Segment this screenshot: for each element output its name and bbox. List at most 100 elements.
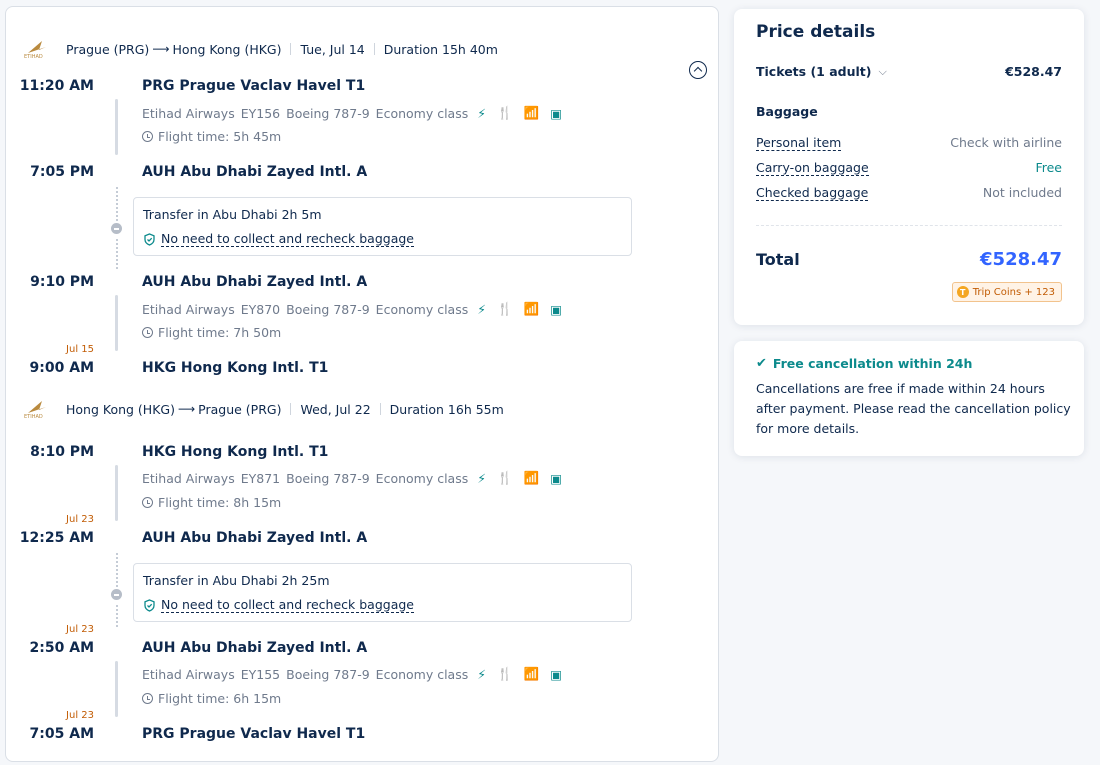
transfer-box: Transfer in Abu Dhabi 2h 25m No need to …: [133, 563, 632, 622]
airline-name: Etihad Airways: [142, 105, 235, 121]
route-arrow-icon: ⟶: [177, 402, 196, 416]
flight-number: EY155: [240, 666, 281, 682]
collapse-chevron-up-icon[interactable]: [689, 61, 707, 79]
departure-airport: AUH Abu Dhabi Zayed Intl. A: [142, 640, 368, 656]
arrival-time: 9:00 AM: [29, 360, 94, 376]
divider: [290, 403, 292, 415]
arrival-airport: HKG Hong Kong Intl. T1: [142, 360, 329, 376]
wifi-icon: 📶: [523, 470, 540, 485]
route-duration: Duration 15h 40m: [383, 41, 498, 57]
transfer-text: Transfer in Abu Dhabi 2h 25m: [143, 573, 330, 588]
power-icon: ⚡: [477, 470, 487, 486]
flight-time: Flight time: 7h 50m: [142, 325, 281, 340]
departure-airport: PRG Prague Vaclav Havel T1: [142, 78, 366, 94]
departure-airport: HKG Hong Kong Intl. T1: [142, 444, 329, 460]
airline-name: Etihad Airways: [142, 470, 235, 486]
etihad-logo-icon: ETIHAD: [24, 39, 52, 60]
wifi-icon: 📶: [523, 301, 540, 316]
inbound-route-header: ETIHAD Hong Kong (HKG) ⟶ Prague (PRG) We…: [24, 399, 504, 420]
route-date: Wed, Jul 22: [300, 401, 371, 417]
entertainment-icon: ▣: [550, 470, 562, 486]
tickets-toggle[interactable]: Tickets (1 adult) ⌵: [756, 64, 887, 79]
shield-icon: [144, 598, 155, 612]
divider: [379, 403, 381, 415]
clock-icon: [142, 131, 153, 142]
transfer-text: Transfer in Abu Dhabi 2h 5m: [143, 207, 322, 222]
transfer-dotted-line: [116, 239, 118, 269]
carry-on-label[interactable]: Carry-on baggage: [756, 160, 869, 176]
flight-time: Flight time: 8h 15m: [142, 495, 281, 510]
personal-item-value: Check with airline: [950, 135, 1062, 150]
checked-baggage-value: Not included: [982, 185, 1062, 200]
flight-details: Etihad Airways EY870 Boeing 787-9 Econom…: [142, 301, 574, 317]
power-icon: ⚡: [477, 301, 487, 317]
checked-baggage-label[interactable]: Checked baggage: [756, 185, 869, 201]
arrival-airport: AUH Abu Dhabi Zayed Intl. A: [142, 530, 368, 546]
route-from: Prague (PRG): [66, 41, 150, 57]
outbound-route-header: ETIHAD Prague (PRG) ⟶ Hong Kong (HKG) Tu…: [24, 39, 498, 60]
price-details-title: Price details: [756, 22, 876, 42]
cabin-class: Economy class: [375, 666, 469, 682]
departure-time: 9:10 PM: [30, 274, 94, 290]
price-details-card: Price details Tickets (1 adult) ⌵ €528.4…: [734, 9, 1084, 325]
personal-item-label[interactable]: Personal item: [756, 135, 842, 151]
svg-text:ETIHAD: ETIHAD: [24, 54, 43, 59]
divider: [756, 225, 1062, 226]
cabin-class: Economy class: [375, 105, 469, 121]
flight-number: EY870: [240, 301, 281, 317]
aircraft: Boeing 787-9: [286, 666, 370, 682]
transfer-dot-icon: [111, 589, 122, 600]
wifi-icon: 📶: [523, 105, 540, 120]
cancellation-body: Cancellations are free if made within 24…: [756, 381, 1071, 436]
cancellation-card: ✔ Free cancellation within 24h Cancellat…: [734, 341, 1084, 456]
segment-line: [115, 295, 118, 351]
route-date: Tue, Jul 14: [300, 41, 365, 57]
segment-line: [115, 99, 118, 155]
cabin-class: Economy class: [375, 470, 469, 486]
route-to: Hong Kong (HKG): [172, 41, 282, 57]
meal-icon: 🍴: [497, 105, 513, 120]
amenities: ⚡ 🍴 📶 ▣: [477, 105, 568, 121]
entertainment-icon: ▣: [550, 666, 562, 682]
baggage-note[interactable]: No need to collect and recheck baggage: [143, 597, 414, 613]
coin-icon: T: [956, 286, 969, 298]
departure-time: 8:10 PM: [30, 444, 94, 460]
clock-icon: [142, 497, 153, 508]
wifi-icon: 📶: [523, 666, 540, 681]
transfer-dotted-line: [116, 605, 118, 627]
chevron-down-icon: ⌵: [878, 64, 887, 78]
shield-icon: [144, 232, 155, 246]
checked-baggage-row: Checked baggage Not included: [756, 185, 1062, 201]
power-icon: ⚡: [477, 105, 487, 121]
svg-text:ETIHAD: ETIHAD: [24, 414, 43, 419]
arrival-date-note: Jul 23: [66, 710, 94, 721]
airline-name: Etihad Airways: [142, 301, 235, 317]
flight-details: Etihad Airways EY156 Boeing 787-9 Econom…: [142, 105, 574, 121]
tickets-value: €528.47: [1005, 64, 1062, 79]
baggage-note[interactable]: No need to collect and recheck baggage: [143, 231, 414, 247]
route-arrow-icon: ⟶: [152, 42, 170, 56]
transfer-dot-icon: [111, 223, 122, 234]
checkmark-icon: ✔: [756, 356, 767, 371]
flight-time: Flight time: 6h 15m: [142, 691, 281, 706]
segment-line: [115, 661, 118, 717]
aircraft: Boeing 787-9: [286, 470, 370, 486]
cancellation-title: ✔ Free cancellation within 24h: [756, 356, 973, 371]
arrival-time: 7:05 PM: [30, 164, 94, 180]
tickets-row: Tickets (1 adult) ⌵ €528.47: [756, 64, 1062, 79]
flight-details: Etihad Airways EY871 Boeing 787-9 Econom…: [142, 470, 574, 486]
arrival-time: 7:05 AM: [29, 726, 94, 742]
departure-airport: AUH Abu Dhabi Zayed Intl. A: [142, 274, 368, 290]
departure-date-note: Jul 23: [66, 624, 94, 635]
flight-number: EY156: [240, 105, 281, 121]
power-icon: ⚡: [477, 666, 487, 682]
arrival-airport: AUH Abu Dhabi Zayed Intl. A: [142, 164, 368, 180]
departure-time: 2:50 AM: [29, 640, 94, 656]
trip-coins-badge: T Trip Coins + 123: [951, 282, 1062, 302]
carry-on-value: Free: [1035, 160, 1062, 175]
flight-time: Flight time: 5h 45m: [142, 129, 281, 144]
clock-icon: [142, 693, 153, 704]
arrival-date-note: Jul 23: [66, 514, 94, 525]
airline-name: Etihad Airways: [142, 666, 235, 682]
divider: [290, 43, 292, 55]
